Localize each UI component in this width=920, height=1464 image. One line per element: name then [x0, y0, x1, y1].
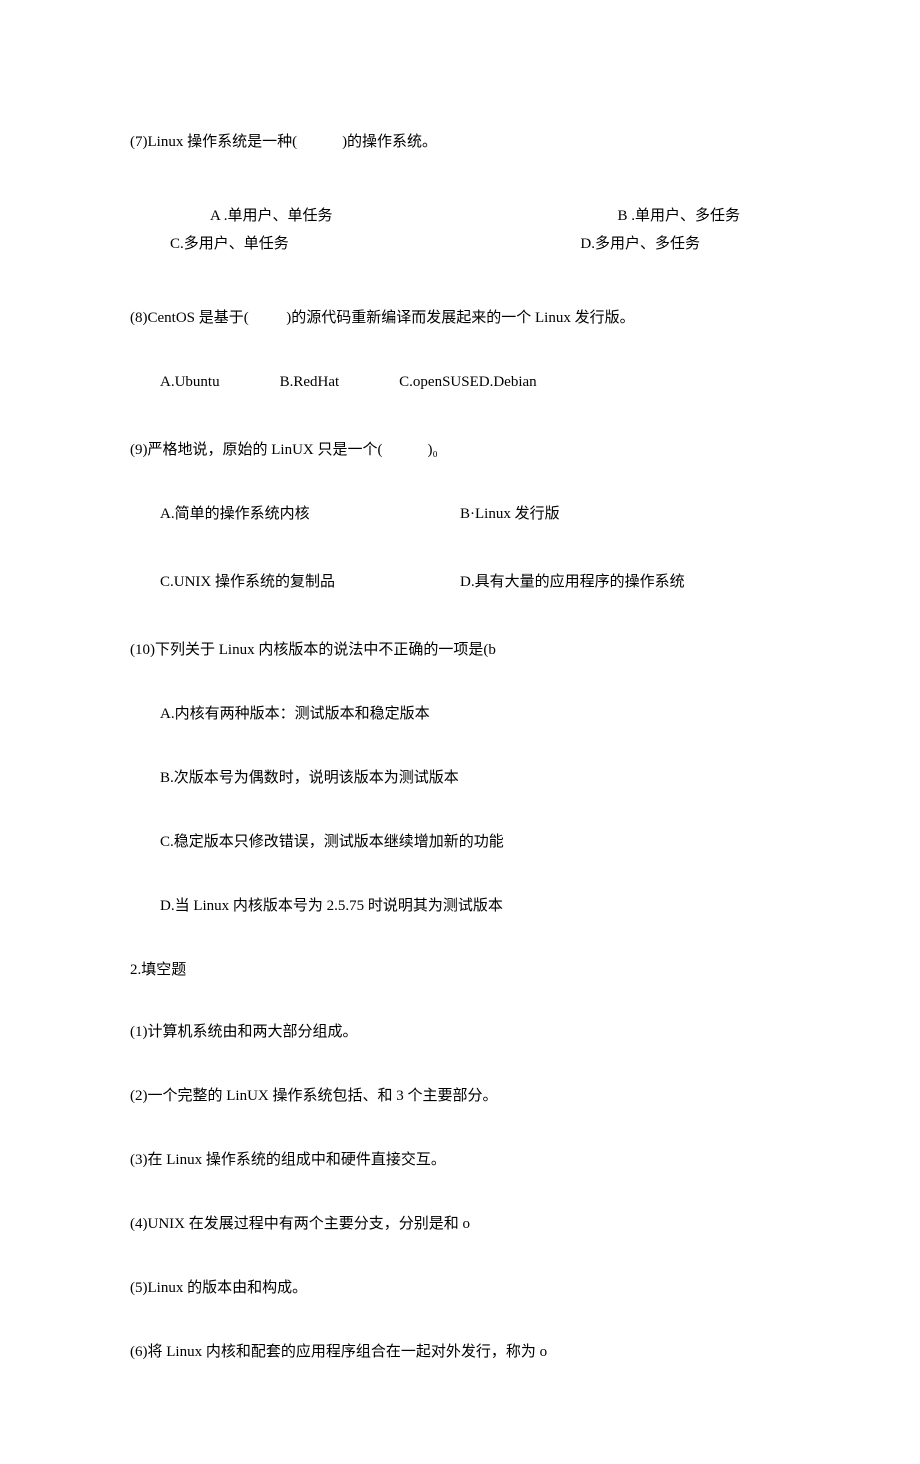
- option-a: A.Ubuntu: [160, 370, 220, 394]
- option-a: A.内核有两种版本：测试版本和稳定版本: [160, 702, 790, 726]
- option-c: C.稳定版本只修改错误，测试版本继续增加新的功能: [160, 830, 790, 854]
- fill-question-2: (2)一个完整的 LinUX 操作系统包括、和 3 个主要部分。: [130, 1084, 790, 1108]
- question-7: (7)Linux 操作系统是一种( )的操作系统。 A .单用户、单任务 B .…: [130, 130, 790, 256]
- question-7-stem: (7)Linux 操作系统是一种( )的操作系统。: [130, 130, 790, 154]
- option-cd: C.openSUSED.Debian: [399, 370, 537, 394]
- options-row: A.简单的操作系统内核 B·Linux 发行版: [160, 502, 700, 526]
- options-row: C.UNIX 操作系统的复制品 D.具有大量的应用程序的操作系统: [160, 570, 700, 594]
- question-9-options: A.简单的操作系统内核 B·Linux 发行版 C.UNIX 操作系统的复制品 …: [160, 502, 790, 594]
- options-row: C.多用户、单任务 D.多用户、多任务: [170, 232, 700, 256]
- question-10-stem: (10)下列关于 Linux 内核版本的说法中不正确的一项是(b: [130, 638, 790, 662]
- fill-question-4: (4)UNIX 在发展过程中有两个主要分支，分别是和 o: [130, 1212, 790, 1236]
- option-d: D.多用户、多任务: [580, 232, 700, 256]
- option-c: C.UNIX 操作系统的复制品: [160, 570, 460, 594]
- question-8: (8)CentOS 是基于( )的源代码重新编译而发展起来的一个 Linux 发…: [130, 306, 790, 394]
- option-b: B·Linux 发行版: [460, 502, 560, 526]
- option-a: A .单用户、单任务: [210, 204, 333, 228]
- option-b: B.次版本号为偶数时，说明该版本为测试版本: [160, 766, 790, 790]
- question-9: (9)严格地说，原始的 LinUX 只是一个( )₀ A.简单的操作系统内核 B…: [130, 438, 790, 594]
- option-a: A.简单的操作系统内核: [160, 502, 460, 526]
- option-b: B.RedHat: [280, 370, 340, 394]
- question-10: (10)下列关于 Linux 内核版本的说法中不正确的一项是(b A.内核有两种…: [130, 638, 790, 918]
- fill-question-6: (6)将 Linux 内核和配套的应用程序组合在一起对外发行，称为 o: [130, 1340, 790, 1364]
- question-10-options: A.内核有两种版本：测试版本和稳定版本 B.次版本号为偶数时，说明该版本为测试版…: [160, 702, 790, 918]
- question-8-options: A.Ubuntu B.RedHat C.openSUSED.Debian: [160, 370, 790, 394]
- options-row: A .单用户、单任务 B .单用户、多任务: [210, 204, 740, 228]
- section-2-title: 2.填空题: [130, 958, 790, 982]
- question-7-options: A .单用户、单任务 B .单用户、多任务 C.多用户、单任务 D.多用户、多任…: [170, 204, 790, 256]
- fill-question-3: (3)在 Linux 操作系统的组成中和硬件直接交互。: [130, 1148, 790, 1172]
- fill-question-1: (1)计算机系统由和两大部分组成。: [130, 1020, 790, 1044]
- option-d: D.当 Linux 内核版本号为 2.5.75 时说明其为测试版本: [160, 894, 790, 918]
- option-d: D.具有大量的应用程序的操作系统: [460, 570, 685, 594]
- question-9-stem: (9)严格地说，原始的 LinUX 只是一个( )₀: [130, 438, 790, 462]
- option-b: B .单用户、多任务: [617, 204, 740, 228]
- question-8-stem: (8)CentOS 是基于( )的源代码重新编译而发展起来的一个 Linux 发…: [130, 306, 790, 330]
- fill-question-5: (5)Linux 的版本由和构成。: [130, 1276, 790, 1300]
- option-c: C.多用户、单任务: [170, 232, 289, 256]
